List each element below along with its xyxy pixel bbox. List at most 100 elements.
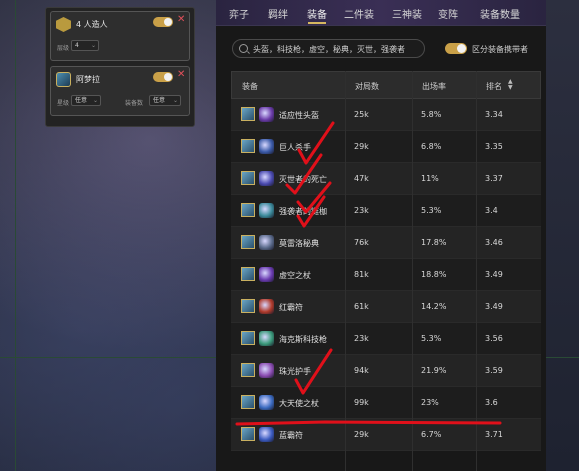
stars-value: 任意 <box>75 97 88 104</box>
item-name: 虚空之杖 <box>279 271 311 280</box>
champion-icon <box>241 107 255 121</box>
table-row[interactable]: 大天使之杖 99k 23% 3.6 <box>231 387 541 419</box>
champion-icon <box>241 395 255 409</box>
table-row[interactable]: 红霸符 61k 14.2% 3.49 <box>231 291 541 323</box>
item-icon <box>259 235 274 250</box>
tab-champions[interactable]: 弈子 <box>229 6 249 21</box>
grid-line-vertical <box>15 0 16 471</box>
item-icon <box>259 139 274 154</box>
table-row[interactable]: 珠光护手 94k 21.9% 3.59 <box>231 355 541 387</box>
table-row[interactable]: 莫雷洛秘典 76k 17.8% 3.46 <box>231 227 541 259</box>
average-rank: 3.34 <box>485 110 503 119</box>
average-rank: 3.4 <box>485 206 498 215</box>
tab-three-items[interactable]: 三神装 <box>392 6 422 21</box>
table-row[interactable]: 海克斯科技枪 23k 5.3% 3.56 <box>231 323 541 355</box>
search-icon <box>239 44 248 53</box>
tab-bar: 弈子 羁绊 装备 二件装 三神装 变阵 装备数量 <box>216 0 546 26</box>
games-count: 25k <box>354 110 369 119</box>
search-input-value: 头盔，科技枪，虚空，秘典，灭世，强袭者 <box>253 45 405 54</box>
level-select[interactable]: 4 ⌄ <box>71 40 99 51</box>
item-icon <box>259 107 274 122</box>
games-count: 61k <box>354 302 369 311</box>
chevron-down-icon: ⌄ <box>92 97 98 104</box>
table-row[interactable]: 蓝霸符 29k 6.7% 3.71 <box>231 419 541 451</box>
table-row[interactable]: 强袭者的链枷 23k 5.3% 3.4 <box>231 195 541 227</box>
carry-distinguish-toggle[interactable] <box>445 43 467 54</box>
games-count: 29k <box>354 430 369 439</box>
games-count: 81k <box>354 270 369 279</box>
carry-distinguish-label: 区分装备携带者 <box>472 45 528 54</box>
champion-icon <box>241 363 255 377</box>
item-name: 强袭者的链枷 <box>279 207 327 216</box>
appearance-rate: 17.8% <box>421 238 447 247</box>
average-rank: 3.49 <box>485 270 503 279</box>
column-divider <box>345 71 346 471</box>
column-divider <box>476 71 477 471</box>
table-header: 装备 对局数 出场率 排名 ▲ ▼ <box>231 71 541 99</box>
average-rank: 3.35 <box>485 142 503 151</box>
champion-icon <box>241 331 255 345</box>
appearance-rate: 5.8% <box>421 110 442 119</box>
champion-icon <box>241 139 255 153</box>
level-value: 4 <box>75 42 79 49</box>
table-row[interactable]: 适应性头盔 25k 5.8% 3.34 <box>231 99 541 131</box>
item-name: 巨人杀手 <box>279 143 311 152</box>
item-icon <box>259 331 274 346</box>
header-games: 对局数 <box>355 82 379 91</box>
tab-items[interactable]: 装备 <box>307 6 327 21</box>
appearance-rate: 23% <box>421 398 439 407</box>
column-divider <box>412 71 413 471</box>
item-icon <box>259 171 274 186</box>
games-count: 76k <box>354 238 369 247</box>
champion-name: 阿梦拉 <box>76 75 100 84</box>
average-rank: 3.49 <box>485 302 503 311</box>
trait-filter-panel: 4 人造人 ✕ 层级 4 ⌄ 阿梦拉 ✕ 星级 任意 ⌄ 装备数 任意 ⌄ <box>45 7 195 127</box>
tab-traits[interactable]: 羁绊 <box>268 6 288 21</box>
champion-icon <box>56 72 71 87</box>
trait-name: 4 人造人 <box>76 20 108 29</box>
trait-toggle[interactable] <box>153 17 173 27</box>
chevron-down-icon: ⌄ <box>90 42 96 49</box>
appearance-rate: 6.8% <box>421 142 442 151</box>
table-row[interactable]: 巨人杀手 29k 6.8% 3.35 <box>231 131 541 163</box>
trait-icon <box>56 17 71 32</box>
close-icon[interactable]: ✕ <box>177 15 185 25</box>
champion-icon <box>241 171 255 185</box>
appearance-rate: 5.3% <box>421 334 442 343</box>
item-name: 海克斯科技枪 <box>279 335 327 344</box>
search-input[interactable]: 头盔，科技枪，虚空，秘典，灭世，强袭者 <box>232 39 425 58</box>
champion-icon <box>241 203 255 217</box>
sort-icon[interactable]: ▲ ▼ <box>508 79 513 91</box>
header-rank[interactable]: 排名 <box>486 81 502 92</box>
average-rank: 3.71 <box>485 430 503 439</box>
champion-toggle[interactable] <box>153 72 173 82</box>
table-row[interactable]: 灭世者的死亡 47k 11% 3.37 <box>231 163 541 195</box>
item-stats-panel: 弈子 羁绊 装备 二件装 三神装 变阵 装备数量 头盔，科技枪，虚空，秘典，灭世… <box>216 0 546 471</box>
item-icon <box>259 203 274 218</box>
item-name: 大天使之杖 <box>279 399 319 408</box>
header-rate[interactable]: 出场率 <box>422 81 446 92</box>
champion-icon <box>241 235 255 249</box>
tab-two-items[interactable]: 二件装 <box>344 6 374 21</box>
games-count: 99k <box>354 398 369 407</box>
equip-count-label: 装备数 <box>125 100 144 107</box>
level-label: 层级 <box>57 45 70 52</box>
item-icon <box>259 299 274 314</box>
games-count: 23k <box>354 206 369 215</box>
table-row[interactable]: 虚空之杖 81k 18.8% 3.49 <box>231 259 541 291</box>
header-item: 装备 <box>242 82 258 91</box>
appearance-rate: 11% <box>421 174 439 183</box>
item-icon <box>259 267 274 282</box>
stars-select[interactable]: 任意 ⌄ <box>71 95 101 106</box>
champion-icon <box>241 427 255 441</box>
champion-icon <box>241 267 255 281</box>
appearance-rate: 5.3% <box>421 206 442 215</box>
tab-item-count[interactable]: 装备数量 <box>480 6 520 21</box>
equip-count-select[interactable]: 任意 ⌄ <box>149 95 181 106</box>
champion-icon <box>241 299 255 313</box>
appearance-rate: 18.8% <box>421 270 447 279</box>
tab-variants[interactable]: 变阵 <box>438 6 458 21</box>
item-icon <box>259 427 274 442</box>
close-icon[interactable]: ✕ <box>177 70 185 80</box>
item-name: 适应性头盔 <box>279 111 319 120</box>
